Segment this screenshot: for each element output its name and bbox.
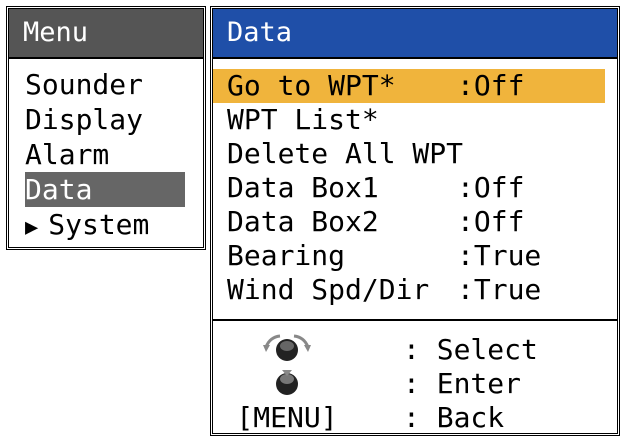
item-value: :Off xyxy=(457,205,525,238)
data-item-data-box1[interactable]: Data Box1 :Off xyxy=(213,171,605,205)
menu-item-label: Display xyxy=(25,103,144,136)
item-value: :Off xyxy=(457,171,525,204)
data-item-wind-spd-dir[interactable]: Wind Spd/Dir :True xyxy=(213,273,605,307)
item-label: Data Box1 xyxy=(227,171,379,204)
menu-key-label: [MENU] xyxy=(236,401,338,434)
help-row-back: [MENU] : Back xyxy=(213,401,617,435)
menu-item-label: Alarm xyxy=(25,138,110,171)
arrow-right-icon: ▶ xyxy=(25,215,39,240)
menu-item-label: Data xyxy=(25,173,93,206)
menu-item-data[interactable]: Data xyxy=(25,172,185,207)
item-value: :True xyxy=(457,273,542,306)
menu-list: Sounder Display Alarm Data ▶ System xyxy=(9,67,203,242)
menu-item-label: System xyxy=(48,208,150,241)
menu-item-alarm[interactable]: Alarm xyxy=(9,137,203,172)
enter-desc: : Enter xyxy=(403,367,522,400)
item-label: Wind Spd/Dir xyxy=(227,273,430,306)
data-item-wpt-list[interactable]: WPT List* xyxy=(213,103,605,137)
rotary-knob-icon xyxy=(227,333,347,371)
data-item-go-to-wpt[interactable]: Go to WPT* :Off xyxy=(213,69,605,103)
data-item-bearing[interactable]: Bearing :True xyxy=(213,239,605,273)
menu-item-label: Sounder xyxy=(25,68,144,101)
data-item-delete-all-wpt[interactable]: Delete All WPT xyxy=(213,137,605,171)
item-label: Data Box2 xyxy=(227,205,379,238)
menu-item-system[interactable]: ▶ System xyxy=(9,207,203,242)
data-item-list: Go to WPT*:Off WPT List* Delete All WPT … xyxy=(213,59,617,307)
select-desc: : Select xyxy=(403,333,538,366)
data-title: Data xyxy=(213,9,617,59)
menu-item-display[interactable]: Display xyxy=(9,102,203,137)
menu-item-sounder[interactable]: Sounder xyxy=(9,67,203,102)
help-row-enter: : Enter xyxy=(213,367,617,401)
item-value: :Off xyxy=(457,69,525,102)
item-value: :True xyxy=(457,239,542,272)
menu-panel: Menu Sounder Display Alarm Data ▶ System xyxy=(6,6,206,250)
push-knob-icon xyxy=(227,367,347,405)
item-label: Go to WPT* xyxy=(227,69,396,102)
back-desc: : Back xyxy=(403,401,505,434)
item-label: WPT List* xyxy=(227,103,379,136)
item-label: Bearing xyxy=(227,239,346,272)
data-panel: Data Go to WPT* :Off WPT List* Delete All… xyxy=(210,6,620,436)
help-section: : Select : Enter [MENU] : Back xyxy=(213,321,617,435)
item-label: Delete All WPT xyxy=(227,137,464,170)
data-item-data-box2[interactable]: Data Box2 :Off xyxy=(213,205,605,239)
help-row-select: : Select xyxy=(213,333,617,367)
menu-title: Menu xyxy=(9,9,203,59)
